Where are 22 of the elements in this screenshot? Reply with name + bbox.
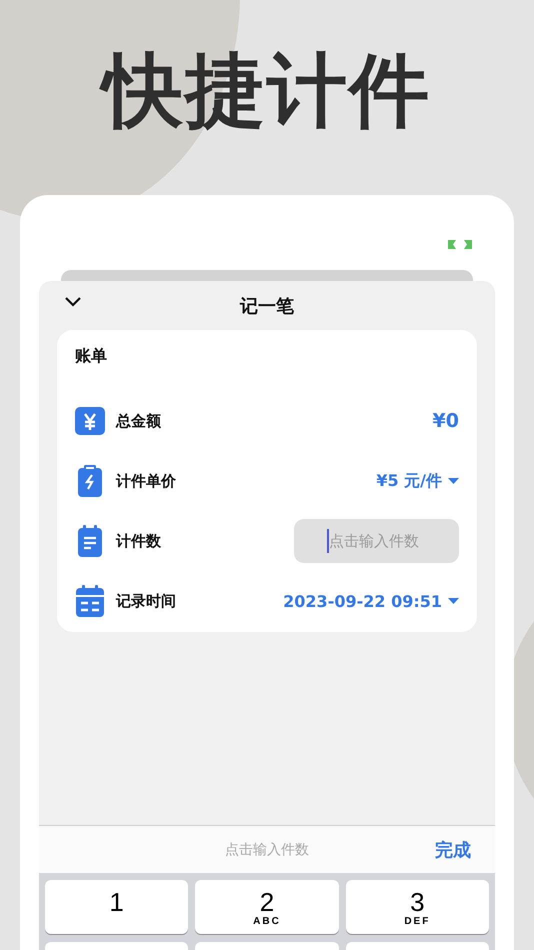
caret-icon bbox=[448, 478, 459, 484]
amount-value: ¥0 bbox=[432, 410, 459, 432]
dropdown-button[interactable]: 2023-09-22 09:51 bbox=[283, 592, 459, 610]
clipboard-lightning-icon bbox=[75, 465, 105, 497]
row-label: 计件数 bbox=[116, 532, 162, 550]
calendar-icon bbox=[75, 585, 105, 617]
done-button[interactable]: 完成 bbox=[435, 838, 471, 862]
toolbar-field[interactable]: 点击输入件数 bbox=[225, 840, 309, 858]
sheet-title: 记一笔 bbox=[240, 294, 294, 318]
dropdown-button[interactable]: ¥5 元/件 bbox=[376, 470, 459, 492]
keyboard-key[interactable]: 3 DEF bbox=[346, 880, 489, 934]
keyboard-key[interactable]: 1 bbox=[45, 880, 188, 934]
caret-icon bbox=[448, 598, 459, 604]
input-field[interactable]: 点击输入件数 bbox=[294, 519, 459, 563]
card-title: 账单 bbox=[75, 346, 107, 365]
yen-icon bbox=[75, 405, 105, 437]
chevron-down-icon[interactable] bbox=[65, 297, 81, 307]
notepad-icon bbox=[75, 525, 105, 557]
row-label: 计件单价 bbox=[116, 472, 177, 490]
keyboard-key[interactable]: 2 ABC bbox=[195, 880, 339, 934]
row-label: 总金额 bbox=[116, 412, 162, 430]
row-label: 记录时间 bbox=[116, 592, 177, 610]
